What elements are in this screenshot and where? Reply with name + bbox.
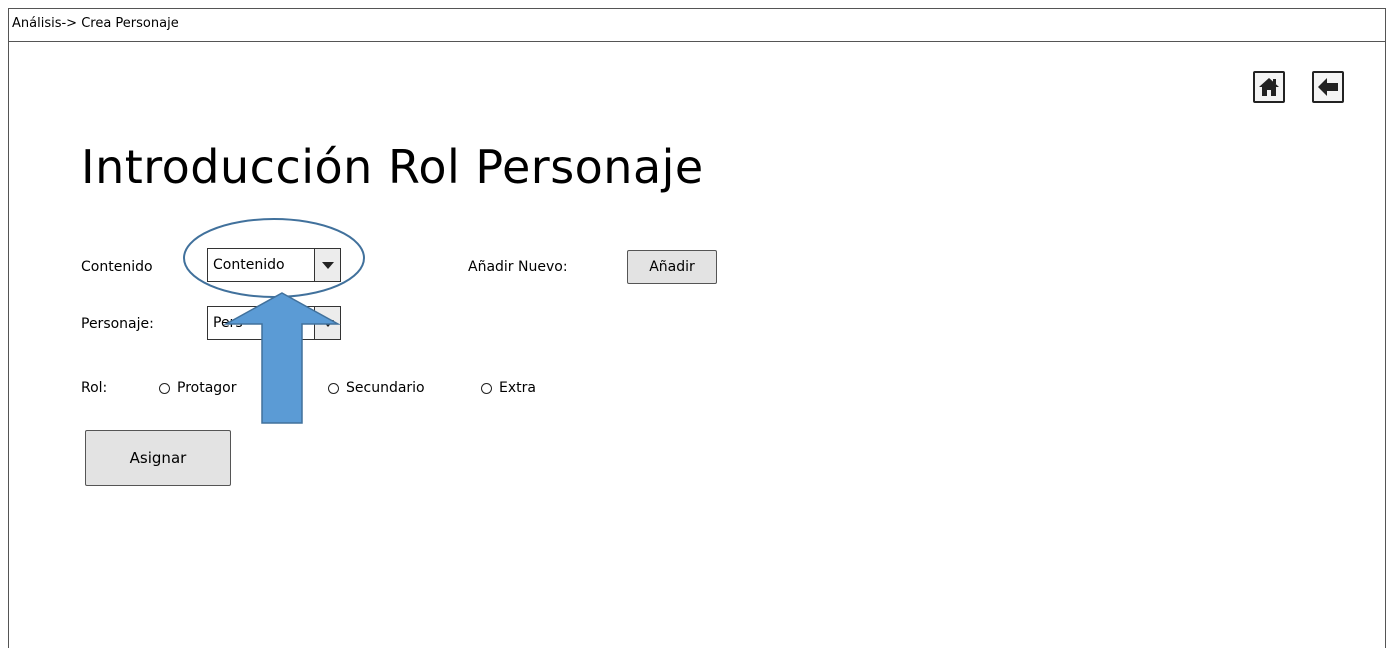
arrow-left-icon — [1318, 78, 1338, 96]
contenido-label: Contenido — [81, 259, 153, 275]
chevron-down-icon — [314, 249, 340, 281]
breadcrumb: Análisis-> Crea Personaje — [12, 16, 179, 31]
radio-extra-label: Extra — [499, 380, 536, 396]
personaje-select-value: Pers — [213, 315, 243, 331]
contenido-select[interactable]: Contenido — [207, 248, 341, 282]
rol-label: Rol: — [81, 380, 108, 396]
page-title: Introducción Rol Personaje — [81, 140, 704, 194]
radio-protagonista[interactable]: Protagor — [159, 380, 237, 396]
radio-circle[interactable] — [481, 382, 492, 394]
radio-secundario-label: Secundario — [346, 380, 425, 396]
home-button[interactable] — [1253, 71, 1285, 103]
assign-button[interactable]: Asignar — [85, 430, 231, 486]
home-icon — [1259, 78, 1279, 96]
contenido-select-value: Contenido — [213, 257, 285, 273]
chevron-down-icon — [314, 307, 340, 339]
back-button[interactable] — [1312, 71, 1344, 103]
personaje-select[interactable]: Pers — [207, 306, 341, 340]
add-button[interactable]: Añadir — [627, 250, 717, 284]
radio-circle[interactable] — [159, 382, 170, 394]
radio-circle[interactable] — [328, 382, 339, 394]
anadir-nuevo-label: Añadir Nuevo: — [468, 259, 568, 275]
assign-button-label: Asignar — [129, 449, 187, 467]
add-button-label: Añadir — [649, 259, 695, 275]
radio-extra[interactable]: Extra — [481, 380, 536, 396]
radio-secundario[interactable]: Secundario — [328, 380, 425, 396]
radio-protagonista-label: Protagor — [177, 380, 237, 396]
breadcrumb-bar: Análisis-> Crea Personaje — [9, 9, 1385, 42]
personaje-label: Personaje: — [81, 316, 154, 332]
